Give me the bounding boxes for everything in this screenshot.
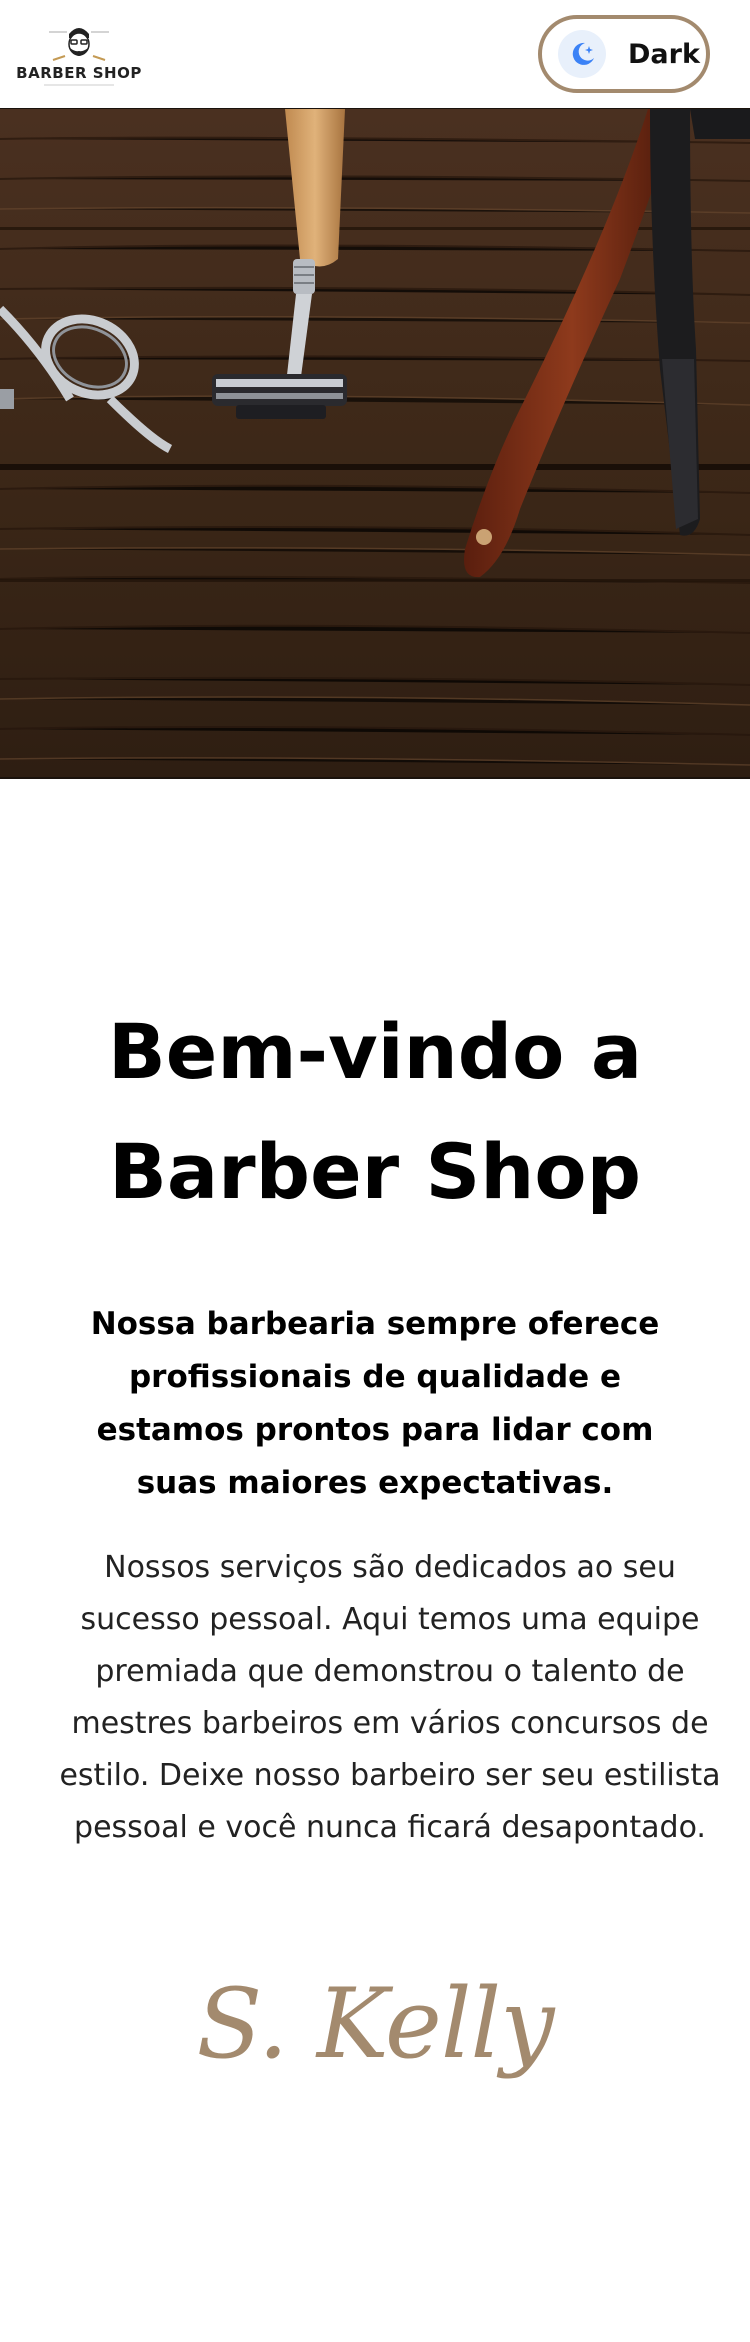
signature: S. Kelly <box>196 1968 555 2080</box>
page-subtitle: Nossa barbearia sempre oferece profissio… <box>90 1306 660 1501</box>
theme-toggle-label: Dark <box>628 38 700 70</box>
logo-underline <box>44 84 114 86</box>
site-header: BARBER SHOP Dark <box>0 0 750 108</box>
barber-tools-image <box>0 109 750 777</box>
logo[interactable]: BARBER SHOP <box>16 20 141 88</box>
main-content: Bem-vindo a Barber Shop Nossa barbearia … <box>0 992 750 2084</box>
page-description: Nossos serviços são dedicados ao seu suc… <box>59 1550 721 1845</box>
hero-image <box>0 108 750 779</box>
theme-toggle-button[interactable]: Dark <box>538 15 710 93</box>
barber-face-logo-icon <box>49 28 109 61</box>
moon-icon-container <box>558 30 606 78</box>
moon-icon <box>572 42 594 65</box>
page-title: Bem-vindo a Barber Shop <box>107 1007 643 1216</box>
logo-text: BARBER SHOP <box>16 64 142 82</box>
